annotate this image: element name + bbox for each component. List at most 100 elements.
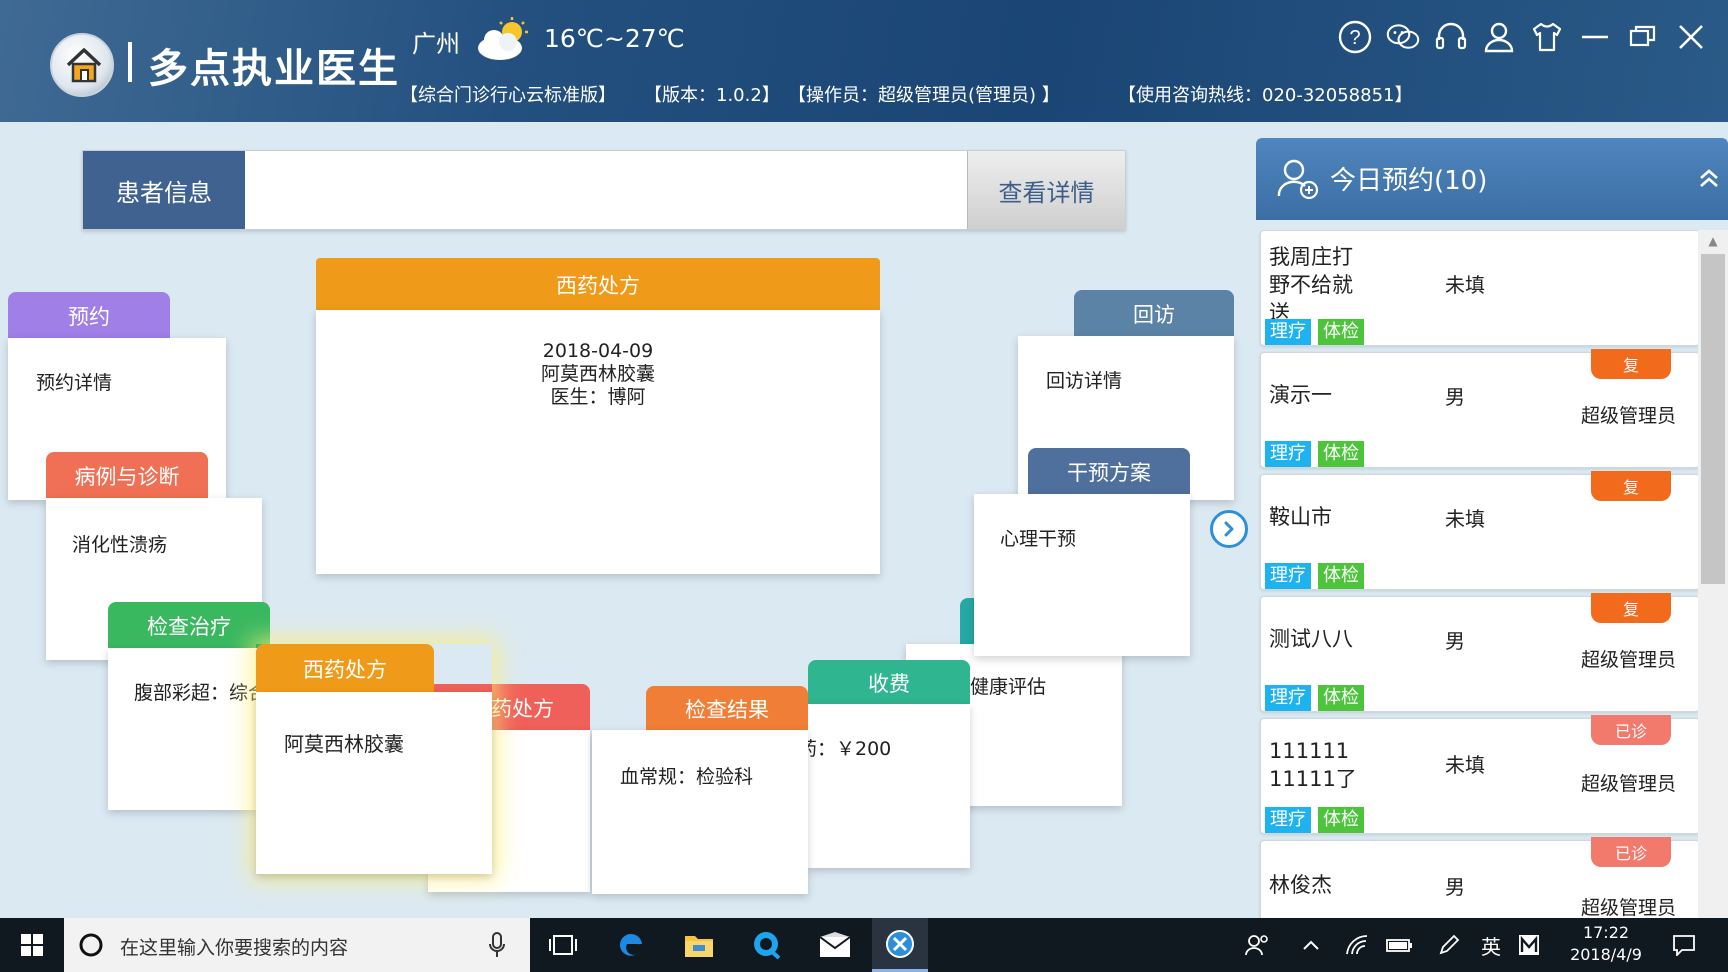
revisit-badge: 复 [1591,349,1671,379]
microphone-icon[interactable] [488,932,506,958]
title-separator [128,42,132,82]
main-prescription-card[interactable]: 西药处方 2018-04-09 阿莫西林胶囊 医生：博阿 [316,258,880,574]
restore-icon[interactable] [1626,20,1660,54]
prescription-card-front[interactable]: 西药处方 阿莫西林胶囊 [256,644,492,874]
tag-checkup: 体检 [1318,807,1364,833]
scroll-up-icon[interactable]: ▲ [1698,230,1728,252]
appointment-card-title: 预约 [8,292,170,340]
revisit-badge: 复 [1591,593,1671,623]
patient-name: 111111 11111了 [1269,739,1357,791]
tag-checkup: 体检 [1318,441,1364,467]
operator-info: 【操作员：超级管理员(管理员) 】 [788,85,1060,106]
window-controls: ? [1338,20,1708,54]
chevron-up-icon[interactable] [1296,918,1326,972]
pen-icon[interactable] [1432,918,1466,972]
patient-search-input[interactable] [245,151,967,229]
patient-name: 测试八八 [1269,627,1353,651]
diagnosis-card-title: 病例与诊断 [46,452,208,500]
help-icon[interactable]: ? [1338,20,1372,54]
fee-card-body: 药：￥200 [808,704,970,868]
appointment-item[interactable]: 复 鞍山市 未填 理疗 体检 [1260,471,1700,590]
revisit-badge: 复 [1591,471,1671,501]
patient-gender: 男 [1445,385,1465,409]
patient-name: 鞍山市 [1269,505,1332,529]
file-explorer-icon[interactable] [668,918,730,972]
doctor-app-taskbar-icon[interactable] [872,918,928,972]
view-details-button[interactable]: 查看详情 [967,151,1125,229]
tag-physio: 理疗 [1265,563,1311,589]
clock-date: 2018/4/9 [1570,945,1642,964]
diagnosis-text: 消化性溃疡 [72,534,168,556]
close-icon[interactable] [1674,20,1708,54]
headset-icon[interactable] [1434,20,1468,54]
input-language[interactable]: 英 [1474,918,1508,972]
prescription-front-body: 阿莫西林胶囊 [256,692,492,874]
operator-name: 超级管理员 [1581,405,1677,427]
main-prescription-title: 西药处方 [316,258,880,312]
scrollbar-thumb[interactable] [1701,254,1725,584]
appointment-item[interactable]: 已诊 林俊杰 男 超级管理员 [1260,837,1700,920]
intervention-card[interactable]: 干预方案 心理干预 [974,448,1190,656]
taskbar-search[interactable]: 在这里输入你要搜索的内容 [64,918,530,972]
health-assessment-text: 健康评估 [970,676,1047,698]
people-icon[interactable] [1240,918,1274,972]
prescription-front-drug: 阿莫西林胶囊 [284,732,404,756]
tag-physio: 理疗 [1265,319,1311,345]
appointment-item[interactable]: 复 测试八八 男 超级管理员 理疗 体检 [1260,593,1700,712]
notification-center-icon[interactable] [1662,918,1706,972]
appointments-title: 今日预约(10) [1330,166,1488,196]
taskbar: 在这里输入你要搜索的内容 英 17:22 2018/4/9 [0,918,1728,972]
patient-search-bar: 患者信息 查看详情 [82,150,1126,230]
exam-result-card-title: 检查结果 [646,686,808,732]
appointments-scrollbar[interactable]: ▲ [1698,230,1728,920]
next-arrow-button[interactable] [1210,510,1248,548]
fee-card-title: 收费 [808,660,970,706]
ime-mode-icon[interactable] [1512,918,1546,972]
edition-info: 【综合门诊行心云标准版】 [400,85,616,106]
appointment-item[interactable]: 复 演示一 男 超级管理员 理疗 体检 [1260,349,1700,468]
exam-result-card-body: 血常规：检验科 [592,730,808,894]
tag-physio: 理疗 [1265,685,1311,711]
patient-name: 林俊杰 [1269,873,1332,897]
main-prescription-date: 2018-04-09 [542,340,654,362]
add-user-icon [1277,159,1319,200]
battery-icon[interactable] [1382,918,1418,972]
exam-result-card[interactable]: 检查结果 血常规：检验科 [592,686,808,894]
fee-amount-text: 药：￥200 [808,738,892,760]
intervention-card-body: 心理干预 [974,494,1190,656]
wechat-icon[interactable] [1386,20,1420,54]
intervention-card-title: 干预方案 [1028,448,1190,496]
network-icon[interactable] [1340,918,1374,972]
visited-badge: 已诊 [1591,837,1671,867]
main-prescription-body: 2018-04-09 阿莫西林胶囊 医生：博阿 [316,310,880,574]
visited-badge: 已诊 [1591,715,1671,745]
cortana-icon [79,933,103,957]
browser-app-icon[interactable] [736,918,798,972]
tag-checkup: 体检 [1318,685,1364,711]
exam-result-text: 血常规：检验科 [620,766,754,788]
appointments-header[interactable]: 今日预约(10) [1256,138,1728,220]
edge-browser-icon[interactable] [600,918,662,972]
weather-temperature: 16℃~27℃ [544,24,685,53]
patient-gender: 男 [1445,629,1465,653]
skin-icon[interactable] [1530,20,1564,54]
windows-start-icon[interactable] [0,918,64,972]
minimize-icon[interactable] [1578,20,1612,54]
title-bar: 多点执业医生 广州 16℃~27℃ 【综合门诊行心云标准版】 【版本：1.0.2… [0,0,1728,122]
taskbar-clock[interactable]: 17:22 2018/4/9 [1566,922,1646,966]
appointment-item[interactable]: 我周庄打 野不给就 送 未填 理疗 体检 [1260,230,1700,346]
collapse-icon[interactable] [1698,168,1720,190]
user-icon[interactable] [1482,20,1516,54]
mail-app-icon[interactable] [804,918,866,972]
appointment-item[interactable]: 已诊 111111 11111了 未填 超级管理员 理疗 体检 [1260,715,1700,834]
tag-checkup: 体检 [1318,319,1364,345]
patient-info-label: 患者信息 [83,151,245,229]
task-view-icon[interactable] [532,918,594,972]
fee-card[interactable]: 收费 药：￥200 [808,660,970,868]
exam-treatment-text: 腹部彩超：综合 [134,682,268,704]
patient-gender: 未填 [1445,753,1485,777]
home-icon[interactable] [50,33,114,97]
operator-name: 超级管理员 [1581,649,1677,671]
app-title: 多点执业医生 [148,46,400,92]
version-info: 【版本：1.0.2】 [644,85,780,106]
